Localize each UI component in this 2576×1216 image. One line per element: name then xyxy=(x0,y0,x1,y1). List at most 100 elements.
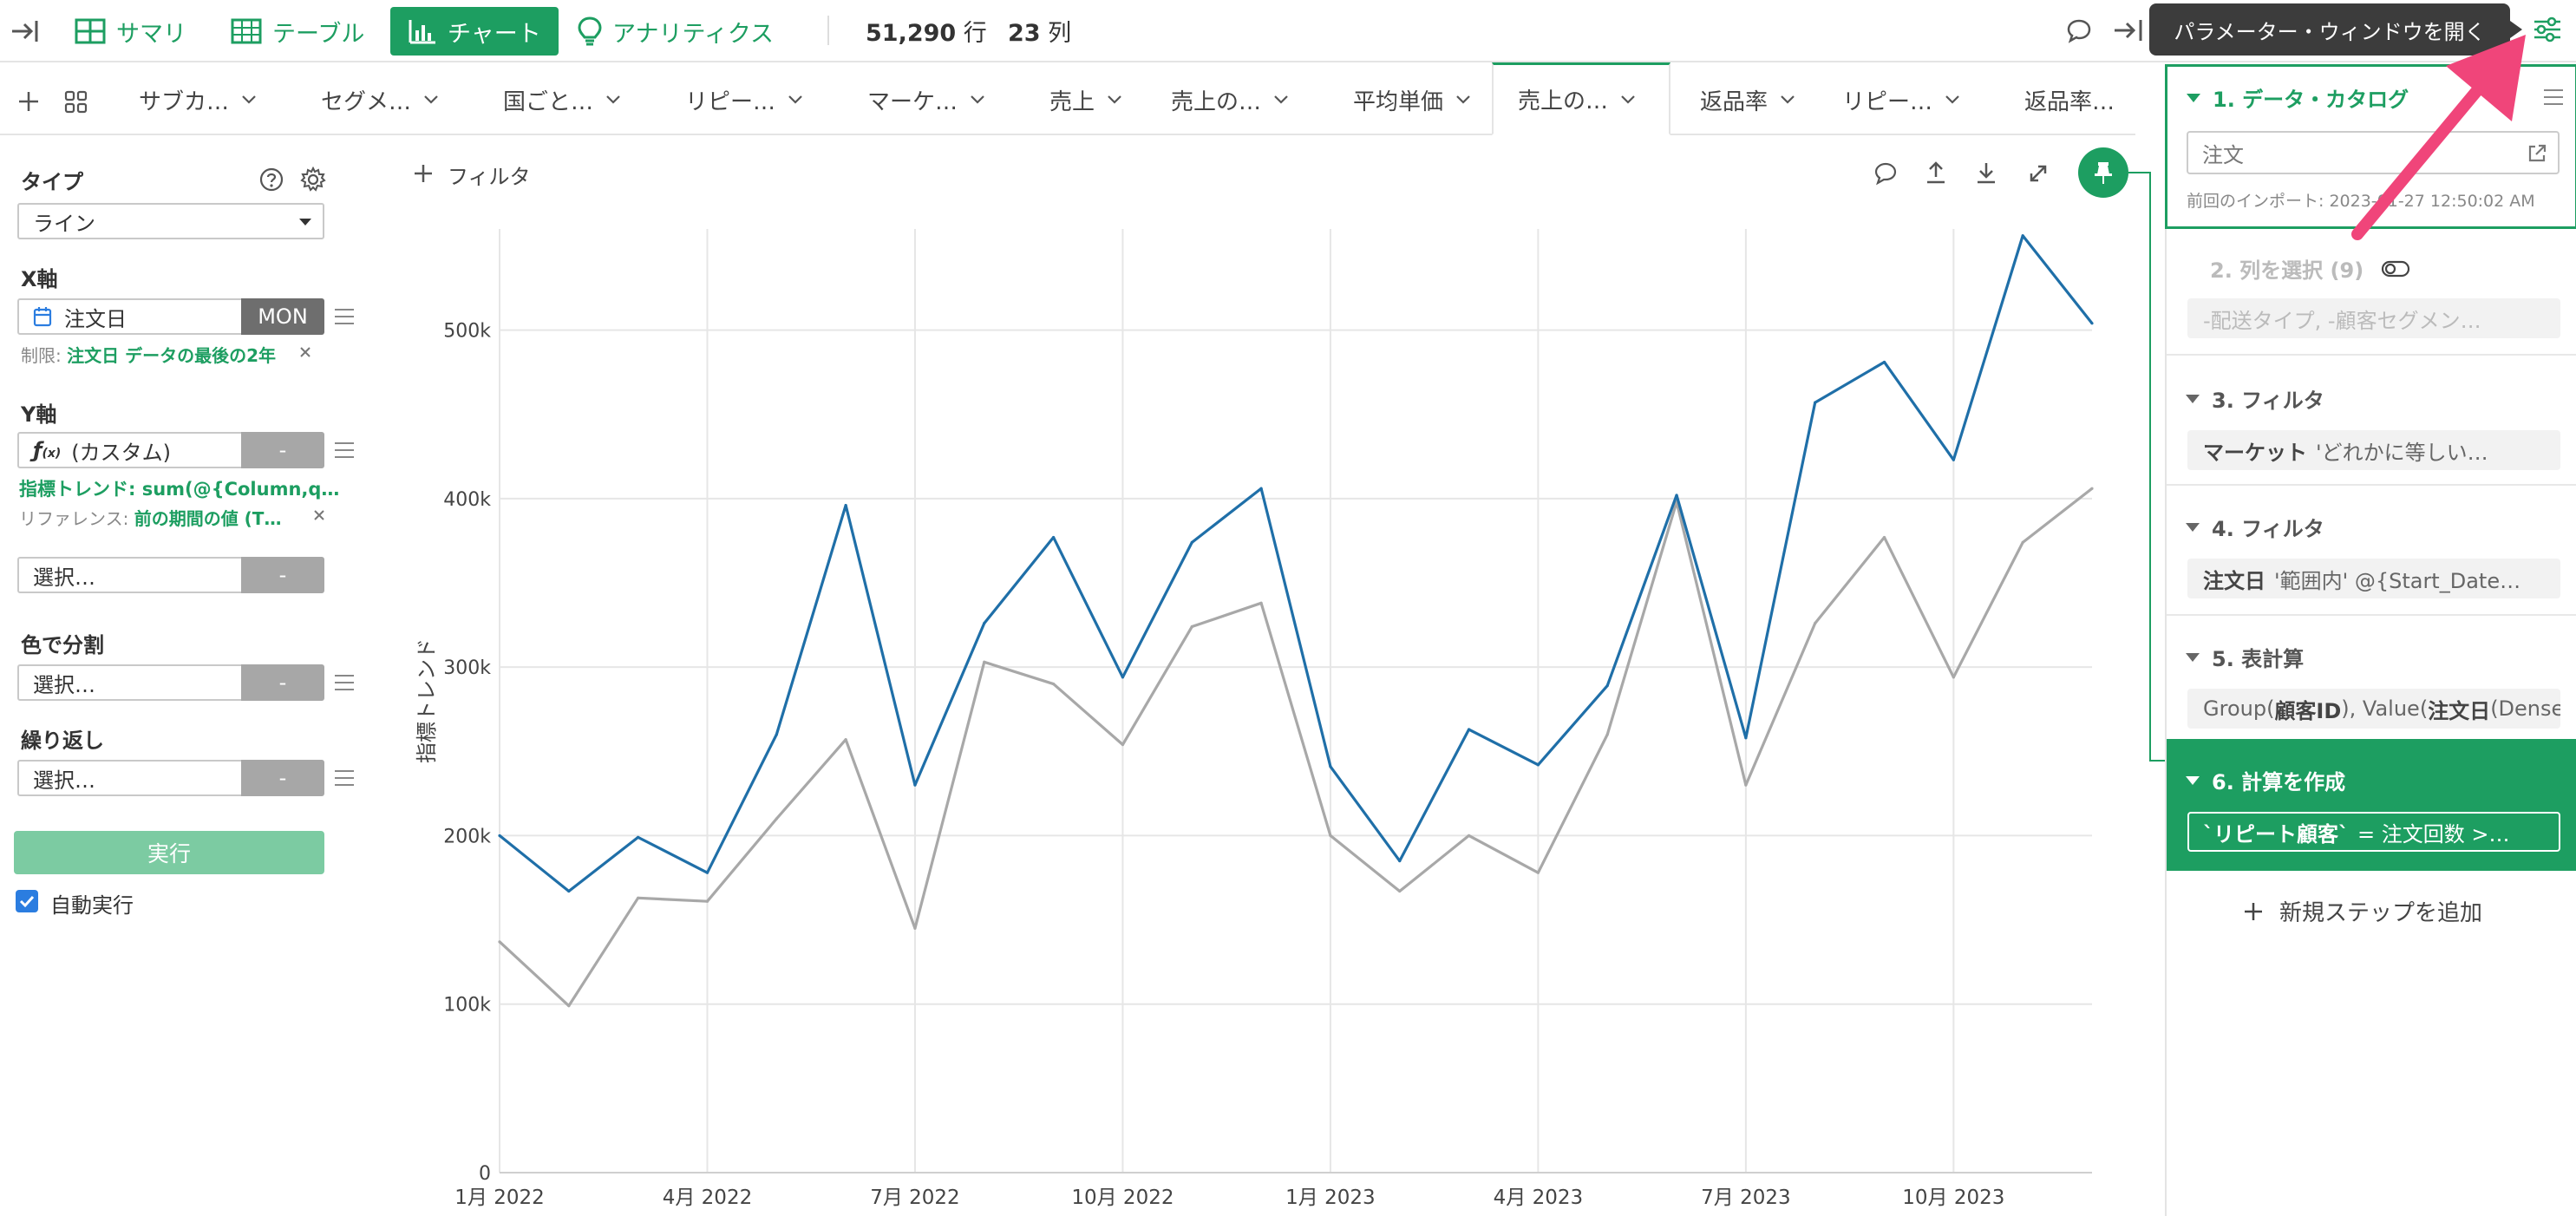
chevron-down-icon[interactable] xyxy=(1620,95,1636,105)
chevron-down-icon[interactable] xyxy=(1945,95,1960,105)
pin-button[interactable] xyxy=(2078,147,2128,198)
data-point-primary xyxy=(1052,535,1056,539)
x-tick-label: 7月 2022 xyxy=(870,1187,959,1209)
chevron-down-icon[interactable] xyxy=(970,95,985,105)
step-filter-market[interactable]: 3. フィルタ マーケット 'どれかに等しい… xyxy=(2167,356,2576,486)
clear-limit-icon[interactable] xyxy=(298,345,312,359)
summary-grid-icon xyxy=(75,18,106,44)
color-split-select[interactable]: 選択… xyxy=(17,664,245,701)
tab-3[interactable]: 国ごと… xyxy=(503,64,621,135)
data-point-reference xyxy=(1190,624,1193,629)
step5-collapse-icon[interactable] xyxy=(2186,652,2200,662)
tab-10[interactable]: 返品率 xyxy=(1700,64,1795,135)
tab-8[interactable]: 平均単価 xyxy=(1353,64,1471,135)
data-point-primary xyxy=(1190,540,1193,544)
download-icon[interactable] xyxy=(1974,160,1998,186)
collapse-right-icon[interactable] xyxy=(2113,17,2144,43)
tab-grid-icon[interactable] xyxy=(64,90,88,114)
x-axis-menu-icon[interactable] xyxy=(335,309,354,324)
y-axis-menu-icon[interactable] xyxy=(335,442,354,458)
data-point-primary xyxy=(2021,234,2024,238)
x-tick-label: 1月 2023 xyxy=(1285,1187,1375,1209)
color-split-label: 色で分割 xyxy=(21,633,104,657)
step1-menu-icon[interactable] xyxy=(2544,89,2563,105)
add-filter-icon[interactable] xyxy=(413,163,434,184)
tab-9[interactable]: 売上の… xyxy=(1492,62,1670,135)
y2-axis-agg-button[interactable]: - xyxy=(241,557,324,593)
repeat-menu-icon[interactable] xyxy=(335,770,354,786)
chevron-down-icon[interactable] xyxy=(241,95,257,105)
comment-icon[interactable] xyxy=(2066,17,2092,43)
y-tick-label: 400k xyxy=(443,489,491,511)
data-point-reference xyxy=(1052,682,1056,686)
y-axis-field[interactable]: ƒ(x) (カスタム) xyxy=(17,432,243,468)
data-point-primary xyxy=(1605,683,1609,688)
tab-12[interactable]: 返品率… xyxy=(2024,64,2115,135)
chevron-down-icon[interactable] xyxy=(1455,95,1471,105)
step-create-calc[interactable]: 6. 計算を作成 `リピート顧客` = 注文回数 >… xyxy=(2167,739,2576,871)
tab-4[interactable]: リピー… xyxy=(685,64,803,135)
repeat-select[interactable]: 選択… xyxy=(17,760,245,796)
expand-icon[interactable] xyxy=(2026,161,2050,186)
series-line-reference xyxy=(498,487,2093,1008)
step-filter-date[interactable]: 4. フィルタ 注文日 '範囲内' @{Start_Date… xyxy=(2167,486,2576,616)
chart-comment-icon[interactable] xyxy=(1873,161,1898,186)
repeat-agg-button[interactable]: - xyxy=(241,760,324,796)
chevron-down-icon[interactable] xyxy=(1107,95,1122,105)
clear-reference-icon[interactable] xyxy=(312,508,326,522)
tab-5[interactable]: マーケ… xyxy=(867,64,985,135)
collapse-left-icon[interactable] xyxy=(10,17,40,45)
step3-title-wrap: 3. フィルタ xyxy=(2186,383,2324,414)
summary-view-button[interactable]: サマリ xyxy=(75,7,186,56)
table-view-button[interactable]: テーブル xyxy=(231,7,364,56)
chevron-down-icon[interactable] xyxy=(605,95,621,105)
y-axis-field-value: (カスタム) xyxy=(71,440,172,465)
help-icon[interactable] xyxy=(258,167,284,193)
tab-1[interactable]: サブカ… xyxy=(139,64,257,135)
chevron-down-icon[interactable] xyxy=(1273,95,1289,105)
chart-view-button[interactable]: チャート xyxy=(390,7,559,56)
toggle-icon[interactable] xyxy=(2381,259,2410,278)
add-filter-label[interactable]: フィルタ xyxy=(448,160,531,190)
step1-collapse-icon[interactable] xyxy=(2187,93,2200,102)
step3-collapse-icon[interactable] xyxy=(2186,394,2200,403)
run-button[interactable]: 実行 xyxy=(14,831,324,874)
data-point-reference xyxy=(1536,871,1540,874)
data-point-primary xyxy=(1675,494,1678,497)
tab-11[interactable]: リピー… xyxy=(1842,64,1960,135)
x-axis-unit-button[interactable]: MON xyxy=(241,298,324,335)
summary-label: サマリ xyxy=(116,20,186,48)
step3-title: 3. フィルタ xyxy=(2212,389,2324,413)
data-point-primary xyxy=(705,871,709,874)
settings-gear-icon[interactable] xyxy=(300,167,326,193)
y-tick-label: 300k xyxy=(443,657,491,679)
tab-6[interactable]: 売上 xyxy=(1049,64,1122,135)
tab-2[interactable]: セグメ… xyxy=(321,64,439,135)
color-split-agg-button[interactable]: - xyxy=(241,664,324,701)
tab-label: セグメ… xyxy=(321,88,412,115)
data-point-primary xyxy=(775,733,778,736)
add-step-button[interactable]: 新規ステップを追加 xyxy=(2243,895,2482,927)
color-split-menu-icon[interactable] xyxy=(335,675,354,690)
x-axis-field[interactable]: 注文日 xyxy=(17,298,243,335)
step4-collapse-icon[interactable] xyxy=(2186,522,2200,532)
data-point-primary xyxy=(1329,765,1332,768)
tab-7[interactable]: 売上の… xyxy=(1171,64,1289,135)
chevron-down-icon[interactable] xyxy=(1780,95,1795,105)
chevron-down-icon[interactable] xyxy=(788,95,803,105)
checkmark-icon xyxy=(19,895,35,908)
data-point-reference xyxy=(1814,622,1817,625)
step-table-calc[interactable]: 5. 表計算 Group(顧客ID), Value(注文日 (Dense… xyxy=(2167,616,2576,746)
y2-axis-select[interactable]: 選択… xyxy=(17,557,245,593)
auto-run-checkbox[interactable] xyxy=(16,890,38,912)
analytics-view-button[interactable]: アナリティクス xyxy=(578,7,774,56)
chart-type-select[interactable]: ライン xyxy=(17,203,324,239)
step6-collapse-icon[interactable] xyxy=(2186,775,2200,785)
data-point-primary xyxy=(1467,728,1471,731)
add-tab-icon[interactable] xyxy=(17,90,40,113)
tab-label: 返品率… xyxy=(2024,88,2115,115)
y-axis-agg-button[interactable]: - xyxy=(241,432,324,468)
step4-title: 4. フィルタ xyxy=(2212,517,2324,541)
share-upload-icon[interactable] xyxy=(1924,160,1948,186)
chevron-down-icon[interactable] xyxy=(423,95,439,105)
